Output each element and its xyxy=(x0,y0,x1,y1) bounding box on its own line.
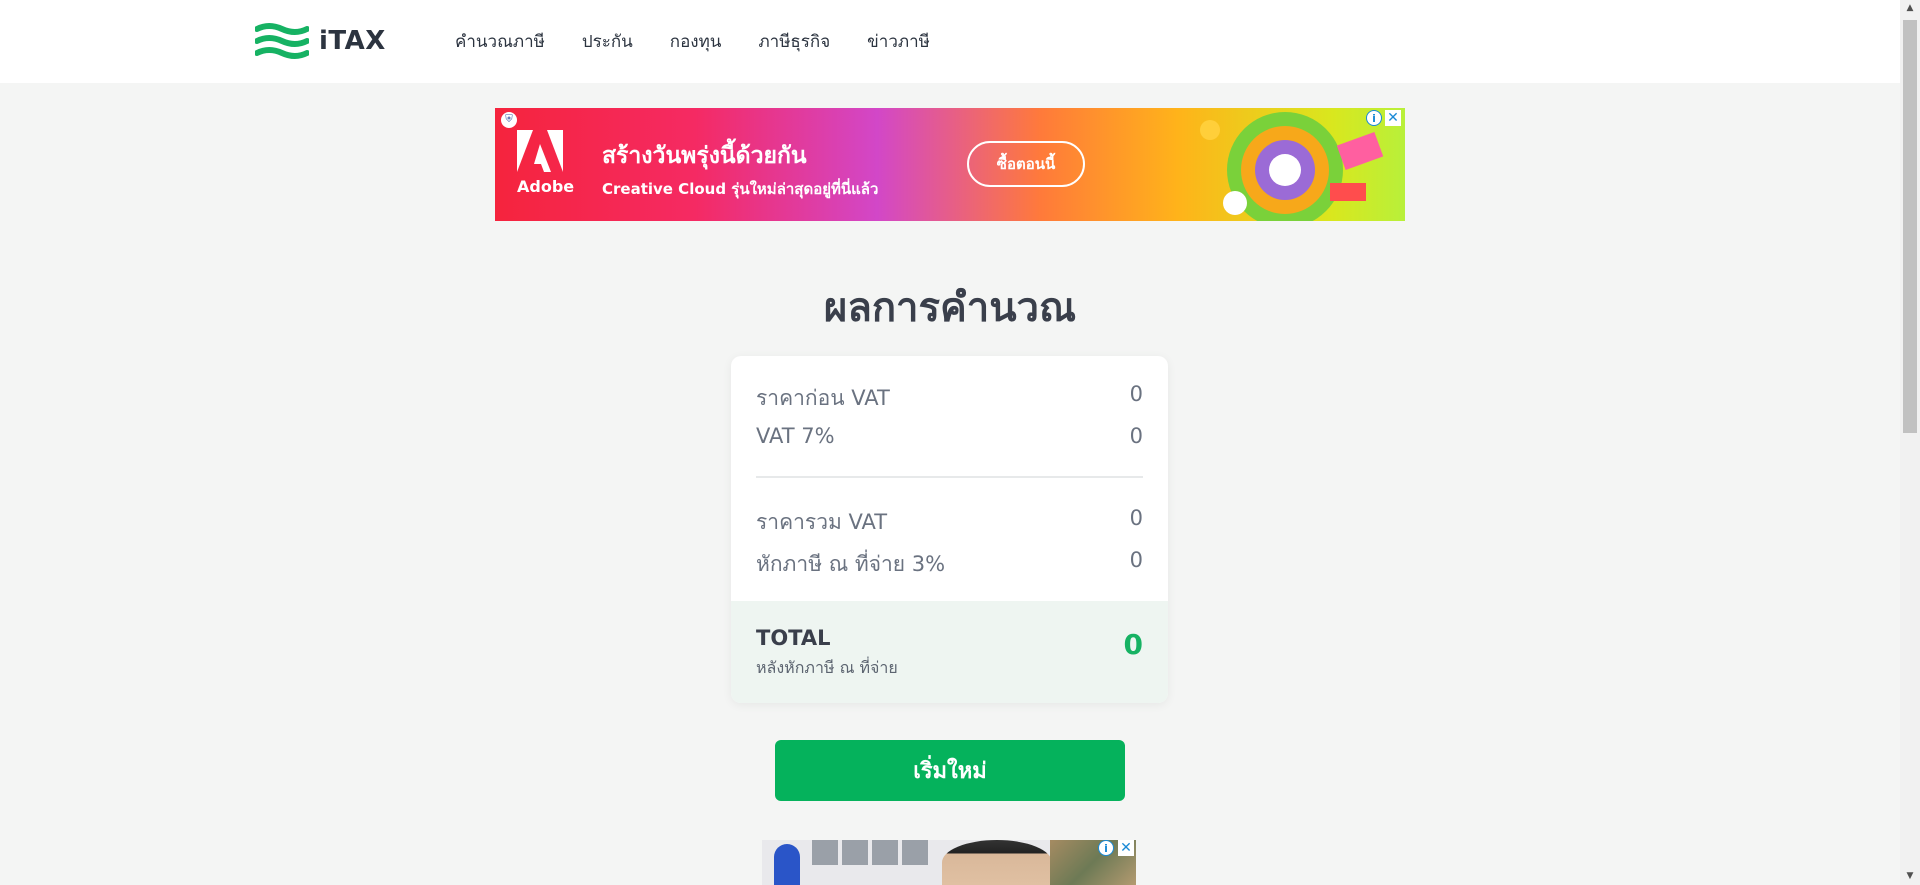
ad-person-photo xyxy=(942,840,1052,885)
total-section: TOTAL หลังหักภาษี ณ ที่จ่าย 0 xyxy=(731,601,1168,703)
result-row-withholding-tax: หักภาษี ณ ที่จ่าย 3% 0 xyxy=(756,548,1143,581)
nav-item-tax-calculator[interactable]: คำนวณภาษี xyxy=(455,29,545,55)
row-label: ราคาก่อน VAT xyxy=(756,386,890,410)
result-row-vat: VAT 7% 0 xyxy=(756,424,1143,448)
row-value: 0 xyxy=(1129,548,1143,572)
page-scrollbar[interactable]: ▲ ▼ xyxy=(1900,0,1920,885)
scroll-up-arrow-icon[interactable]: ▲ xyxy=(1900,0,1920,17)
itax-logo[interactable]: iTAX xyxy=(255,20,386,62)
itax-wave-icon xyxy=(255,23,309,59)
ad-subtitle: Creative Cloud รุ่นใหม่ล่าสุดอยู่ที่นี่แ… xyxy=(602,180,879,198)
result-row-price-incl-vat: ราคารวม VAT 0 xyxy=(756,506,1143,539)
scrollbar-thumb[interactable] xyxy=(1903,20,1917,433)
page-title: ผลการคำนวณ xyxy=(823,285,1077,331)
brand-name: iTAX xyxy=(319,26,386,56)
ad-thumbnails xyxy=(812,840,928,865)
ad-close-icon[interactable]: ✕ xyxy=(1385,110,1401,126)
result-row-price-before-vat: ราคาก่อน VAT 0 xyxy=(756,382,1143,415)
total-value: 0 xyxy=(1123,628,1143,661)
scroll-down-arrow-icon[interactable]: ▼ xyxy=(1900,868,1920,885)
ad-brand: Adobe xyxy=(517,177,575,196)
site-header: iTAX คำนวณภาษี ประกัน กองทุน ภาษีธุรกิจ … xyxy=(0,0,1900,83)
row-value: 0 xyxy=(1129,424,1143,448)
ad-app-logo-icon xyxy=(774,844,800,885)
ad-shield-icon: ⛨ xyxy=(501,112,517,128)
row-value: 0 xyxy=(1129,382,1143,406)
divider xyxy=(756,476,1143,478)
row-label: หักภาษี ณ ที่จ่าย 3% xyxy=(756,552,946,576)
row-label: ราคารวม VAT xyxy=(756,510,888,534)
total-label: TOTAL xyxy=(756,626,831,650)
row-value: 0 xyxy=(1129,506,1143,530)
ad-thumbnail xyxy=(842,840,868,865)
row-label: VAT 7% xyxy=(756,424,835,448)
adobe-logo-icon xyxy=(517,130,563,172)
ad-thumbnail xyxy=(902,840,928,865)
ad-close-icon[interactable]: ✕ xyxy=(1118,840,1134,856)
ad-buy-now-button[interactable]: ซื้อตอนนี้ xyxy=(967,141,1085,187)
ad-info-icon[interactable]: i xyxy=(1098,840,1114,856)
nav-item-insurance[interactable]: ประกัน xyxy=(582,29,633,55)
ad-thumbnail xyxy=(872,840,898,865)
total-sublabel: หลังหักภาษี ณ ที่จ่าย xyxy=(756,658,898,677)
ad-thumbnail xyxy=(812,840,838,865)
nav-item-funds[interactable]: กองทุน xyxy=(670,29,722,55)
ad-banner-top[interactable]: ⛨ Adobe สร้างวันพรุ่งนี้ด้วยกัน Creative… xyxy=(495,108,1405,221)
reset-button[interactable]: เริ่มใหม่ xyxy=(775,740,1125,801)
ad-info-icon[interactable]: i xyxy=(1366,110,1382,126)
nav-item-business-tax[interactable]: ภาษีธุรกิจ xyxy=(758,29,830,55)
nav-item-tax-news[interactable]: ข่าวภาษี xyxy=(867,29,930,55)
ad-title: สร้างวันพรุ่งนี้ด้วยกัน xyxy=(602,143,807,169)
ad-banner-bottom[interactable]: i ✕ xyxy=(762,840,1136,885)
result-card: ราคาก่อน VAT 0 VAT 7% 0 ราคารวม VAT 0 หั… xyxy=(731,356,1168,703)
main-nav: คำนวณภาษี ประกัน กองทุน ภาษีธุรกิจ ข่าวภ… xyxy=(455,29,967,55)
